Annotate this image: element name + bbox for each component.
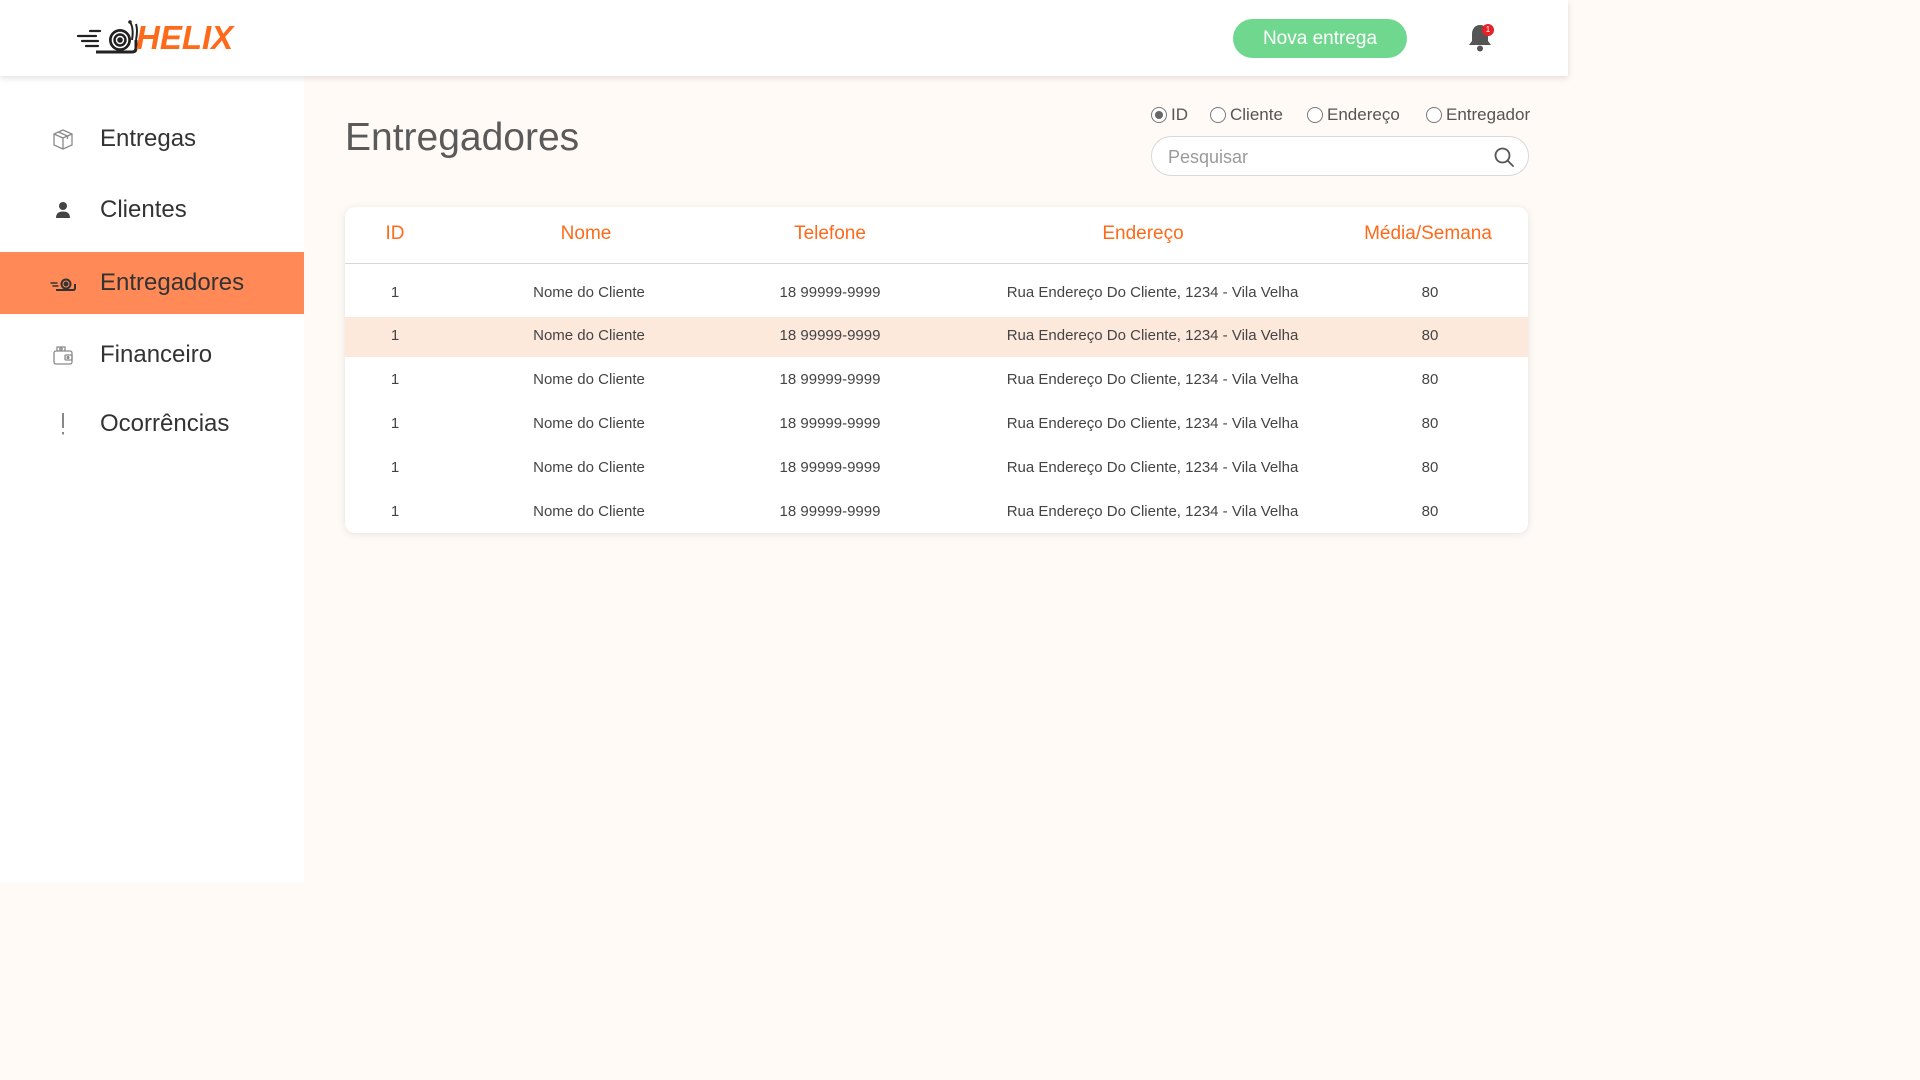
radio-circle[interactable] (1426, 107, 1442, 123)
cell-media: 80 (1421, 415, 1439, 432)
cell-telefone: 18 99999-9999 (779, 503, 881, 520)
cell-endereco: Rua Endereço Do Cliente, 1234 - Vila Vel… (1006, 284, 1299, 301)
sidebar-item-financeiro[interactable]: Financeiro (0, 324, 304, 386)
wallet-icon (50, 342, 76, 368)
cell-media: 80 (1421, 459, 1439, 476)
sidebar-item-entregas[interactable]: Entregas (0, 108, 304, 170)
table-row[interactable]: 1 Nome do Cliente 18 99999-9999 Rua Ende… (345, 317, 1528, 357)
cell-endereco: Rua Endereço Do Cliente, 1234 - Vila Vel… (1006, 503, 1299, 520)
search-input[interactable] (1168, 145, 1478, 169)
cell-nome: Nome do Cliente (533, 415, 645, 432)
cell-nome: Nome do Cliente (533, 284, 645, 301)
sidebar: Entregas Clientes Entregadores Financeir… (0, 76, 304, 882)
table-row[interactable]: 1 Nome do Cliente 18 99999-9999 Rua Ende… (345, 274, 1528, 314)
cell-telefone: 18 99999-9999 (779, 327, 881, 344)
radio-circle[interactable] (1307, 107, 1323, 123)
sidebar-item-clientes[interactable]: Clientes (0, 179, 304, 241)
cell-media: 80 (1421, 284, 1439, 301)
notification-badge: 1 (1482, 24, 1494, 36)
table-row[interactable]: 1 Nome do Cliente 18 99999-9999 Rua Ende… (345, 405, 1528, 445)
cell-nome: Nome do Cliente (533, 503, 645, 520)
search-filter-group: ID Cliente Endereço Entregador (1151, 104, 1531, 126)
cell-id: 1 (390, 371, 400, 388)
sidebar-item-label: Entregas (100, 125, 197, 152)
column-header-endereco[interactable]: Endereço (1043, 223, 1243, 245)
column-header-id[interactable]: ID (345, 223, 445, 245)
cell-media: 80 (1421, 371, 1439, 388)
page-title: Entregadores (345, 116, 580, 159)
box-icon (50, 126, 76, 152)
filter-radio-id[interactable]: ID (1151, 104, 1188, 126)
couriers-table: ID Nome Telefone Endereço Média/Semana 1… (345, 207, 1528, 533)
cell-endereco: Rua Endereço Do Cliente, 1234 - Vila Vel… (1006, 371, 1299, 388)
cell-telefone: 18 99999-9999 (779, 459, 881, 476)
column-header-nome[interactable]: Nome (486, 223, 686, 245)
filter-radio-endereco[interactable]: Endereço (1307, 104, 1400, 126)
cell-id: 1 (390, 327, 400, 344)
cell-endereco: Rua Endereço Do Cliente, 1234 - Vila Vel… (1006, 415, 1299, 432)
radio-label: Entregador (1446, 105, 1531, 124)
cell-id: 1 (390, 415, 400, 432)
table-header: ID Nome Telefone Endereço Média/Semana (345, 207, 1528, 264)
radio-label: ID (1171, 105, 1188, 124)
cell-id: 1 (390, 459, 400, 476)
new-delivery-button[interactable]: Nova entrega (1233, 19, 1407, 58)
snail-icon (50, 270, 76, 296)
person-icon (50, 197, 76, 223)
cell-id: 1 (390, 284, 400, 301)
helix-logo[interactable]: HELIX (76, 18, 233, 58)
top-header: HELIX Nova entrega 1 (0, 0, 1568, 76)
cell-telefone: 18 99999-9999 (779, 284, 881, 301)
radio-circle[interactable] (1151, 107, 1167, 123)
radio-circle[interactable] (1210, 107, 1226, 123)
table-row[interactable]: 1 Nome do Cliente 18 99999-9999 Rua Ende… (345, 361, 1528, 401)
table-row[interactable]: 1 Nome do Cliente 18 99999-9999 Rua Ende… (345, 493, 1528, 533)
filter-radio-entregador[interactable]: Entregador (1426, 104, 1530, 126)
cell-telefone: 18 99999-9999 (779, 371, 881, 388)
sidebar-item-label: Financeiro (100, 341, 213, 368)
cell-nome: Nome do Cliente (533, 371, 645, 388)
cell-nome: Nome do Cliente (533, 327, 645, 344)
cell-media: 80 (1421, 327, 1439, 344)
cell-endereco: Rua Endereço Do Cliente, 1234 - Vila Vel… (1006, 327, 1299, 344)
exclamation-icon (50, 411, 76, 437)
snail-logo-icon (76, 20, 138, 54)
sidebar-item-ocorrencias[interactable]: Ocorrências (0, 393, 304, 455)
sidebar-item-label: Entregadores (100, 269, 245, 296)
sidebar-item-label: Clientes (100, 196, 187, 223)
search-icon[interactable] (1493, 146, 1515, 168)
table-row[interactable]: 1 Nome do Cliente 18 99999-9999 Rua Ende… (345, 449, 1528, 489)
sidebar-item-label: Ocorrências (100, 410, 230, 437)
cell-telefone: 18 99999-9999 (779, 415, 881, 432)
search-box (1151, 136, 1529, 176)
sidebar-item-entregadores[interactable]: Entregadores (0, 252, 304, 314)
cell-media: 80 (1421, 503, 1439, 520)
cell-endereco: Rua Endereço Do Cliente, 1234 - Vila Vel… (1006, 459, 1299, 476)
column-header-media[interactable]: Média/Semana (1348, 223, 1508, 245)
radio-label: Cliente (1230, 105, 1283, 124)
radio-label: Endereço (1327, 105, 1400, 124)
filter-radio-cliente[interactable]: Cliente (1210, 104, 1283, 126)
logo-text: HELIX (136, 19, 234, 56)
cell-nome: Nome do Cliente (533, 459, 645, 476)
cell-id: 1 (390, 503, 400, 520)
column-header-telefone[interactable]: Telefone (730, 223, 930, 245)
